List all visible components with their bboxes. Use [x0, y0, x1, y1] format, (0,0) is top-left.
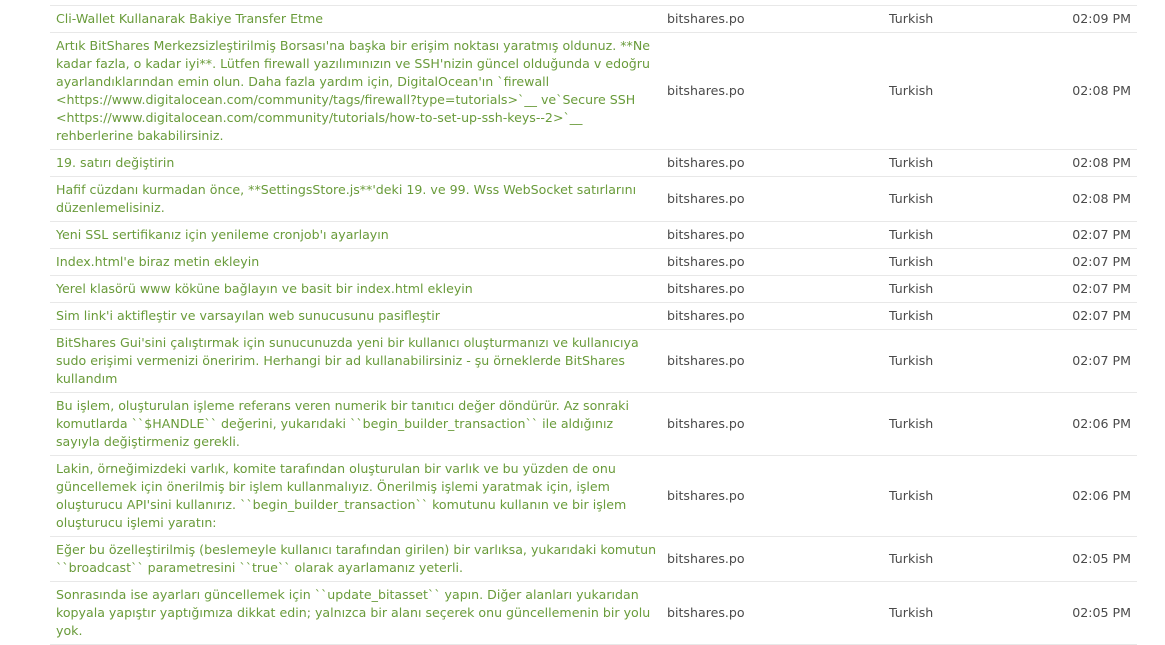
time-cell: 02:06 PM	[1033, 455, 1137, 537]
time-cell: 02:08 PM	[1033, 32, 1137, 150]
user-cell: bitshares.po	[667, 536, 883, 582]
user-cell: bitshares.po	[667, 392, 883, 456]
table-row: Cli-Wallet Kullanarak Bakiye Transfer Et…	[50, 5, 1137, 33]
time-cell: 02:05 PM	[1033, 581, 1137, 645]
user-cell: bitshares.po	[667, 221, 883, 249]
time-cell: 02:07 PM	[1033, 275, 1137, 303]
language-cell: Turkish	[883, 248, 1033, 276]
string-link[interactable]: Yerel klasörü www köküne bağlayın ve bas…	[56, 281, 473, 296]
language-cell: Turkish	[883, 455, 1033, 537]
time-cell: 02:07 PM	[1033, 248, 1137, 276]
user-cell: bitshares.po	[667, 329, 883, 393]
string-link[interactable]: BitShares Gui'sini çalıştırmak için sunu…	[56, 335, 639, 386]
time-cell: 02:08 PM	[1033, 149, 1137, 177]
table-row: 19. satırı değiştirin bitshares.po Turki…	[50, 149, 1137, 177]
string-link[interactable]: Eğer bu özelleştirilmiş (beslemeyle kull…	[56, 542, 656, 575]
string-link[interactable]: Sonrasında ise ayarları güncellemek için…	[56, 587, 650, 638]
time-cell: 02:06 PM	[1033, 392, 1137, 456]
user-cell: bitshares.po	[667, 455, 883, 537]
string-cell: Index.html'e biraz metin ekleyin	[50, 248, 667, 276]
language-cell: Turkish	[883, 581, 1033, 645]
language-cell: Turkish	[883, 275, 1033, 303]
table-row: BitShares Gui'sini çalıştırmak için sunu…	[50, 329, 1137, 393]
string-link[interactable]: Sim link'i aktifleştir ve varsayılan web…	[56, 308, 440, 323]
string-link[interactable]: Lakin, örneğimizdeki varlık, komite tara…	[56, 461, 626, 530]
string-cell: Yerel klasörü www köküne bağlayın ve bas…	[50, 275, 667, 303]
string-cell: Eğer bu özelleştirilmiş (beslemeyle kull…	[50, 536, 667, 582]
user-cell: bitshares.po	[667, 176, 883, 222]
user-cell: bitshares.po	[667, 275, 883, 303]
time-cell: 02:07 PM	[1033, 302, 1137, 330]
string-cell: Hafif cüzdanı kurmadan önce, **SettingsS…	[50, 176, 667, 222]
user-cell: bitshares.po	[667, 248, 883, 276]
string-link[interactable]: Yeni SSL sertifikanız için yenileme cron…	[56, 227, 389, 242]
user-cell: bitshares.po	[667, 5, 883, 33]
string-link[interactable]: Index.html'e biraz metin ekleyin	[56, 254, 259, 269]
table-row: Sonrasında ise ayarları güncellemek için…	[50, 581, 1137, 645]
time-cell: 02:07 PM	[1033, 221, 1137, 249]
language-cell: Turkish	[883, 149, 1033, 177]
language-cell: Turkish	[883, 329, 1033, 393]
string-cell: Yeni SSL sertifikanız için yenileme cron…	[50, 221, 667, 249]
table-row: Eğer bu özelleştirilmiş (beslemeyle kull…	[50, 536, 1137, 582]
language-cell: Turkish	[883, 176, 1033, 222]
table-row: Index.html'e biraz metin ekleyin bitshar…	[50, 248, 1137, 276]
string-link[interactable]: 19. satırı değiştirin	[56, 155, 174, 170]
table-body: Cli-Wallet Kullanarak Bakiye Transfer Et…	[50, 5, 1137, 645]
language-cell: Turkish	[883, 536, 1033, 582]
user-cell: bitshares.po	[667, 32, 883, 150]
table-row: Bu işlem, oluşturulan işleme referans ve…	[50, 392, 1137, 456]
string-cell: Bu işlem, oluşturulan işleme referans ve…	[50, 392, 667, 456]
translation-activity-table-container: Cli-Wallet Kullanarak Bakiye Transfer Et…	[50, 5, 1137, 645]
user-cell: bitshares.po	[667, 302, 883, 330]
string-link[interactable]: Bu işlem, oluşturulan işleme referans ve…	[56, 398, 629, 449]
string-cell: Sonrasında ise ayarları güncellemek için…	[50, 581, 667, 645]
time-cell: 02:09 PM	[1033, 5, 1137, 33]
table-row: Hafif cüzdanı kurmadan önce, **SettingsS…	[50, 176, 1137, 222]
language-cell: Turkish	[883, 5, 1033, 33]
time-cell: 02:05 PM	[1033, 536, 1137, 582]
translation-activity-table: Cli-Wallet Kullanarak Bakiye Transfer Et…	[50, 5, 1137, 645]
string-link[interactable]: Cli-Wallet Kullanarak Bakiye Transfer Et…	[56, 11, 323, 26]
table-row: Yeni SSL sertifikanız için yenileme cron…	[50, 221, 1137, 249]
table-row: Artık BitShares Merkezsizleştirilmiş Bor…	[50, 32, 1137, 150]
language-cell: Turkish	[883, 392, 1033, 456]
language-cell: Turkish	[883, 32, 1033, 150]
string-cell: BitShares Gui'sini çalıştırmak için sunu…	[50, 329, 667, 393]
string-cell: Sim link'i aktifleştir ve varsayılan web…	[50, 302, 667, 330]
table-row: Sim link'i aktifleştir ve varsayılan web…	[50, 302, 1137, 330]
string-cell: Cli-Wallet Kullanarak Bakiye Transfer Et…	[50, 5, 667, 33]
user-cell: bitshares.po	[667, 581, 883, 645]
time-cell: 02:08 PM	[1033, 176, 1137, 222]
string-cell: Lakin, örneğimizdeki varlık, komite tara…	[50, 455, 667, 537]
string-link[interactable]: Artık BitShares Merkezsizleştirilmiş Bor…	[56, 38, 650, 143]
string-cell: 19. satırı değiştirin	[50, 149, 667, 177]
string-cell: Artık BitShares Merkezsizleştirilmiş Bor…	[50, 32, 667, 150]
user-cell: bitshares.po	[667, 149, 883, 177]
string-link[interactable]: Hafif cüzdanı kurmadan önce, **SettingsS…	[56, 182, 636, 215]
time-cell: 02:07 PM	[1033, 329, 1137, 393]
language-cell: Turkish	[883, 302, 1033, 330]
table-row: Lakin, örneğimizdeki varlık, komite tara…	[50, 455, 1137, 537]
table-row: Yerel klasörü www köküne bağlayın ve bas…	[50, 275, 1137, 303]
language-cell: Turkish	[883, 221, 1033, 249]
